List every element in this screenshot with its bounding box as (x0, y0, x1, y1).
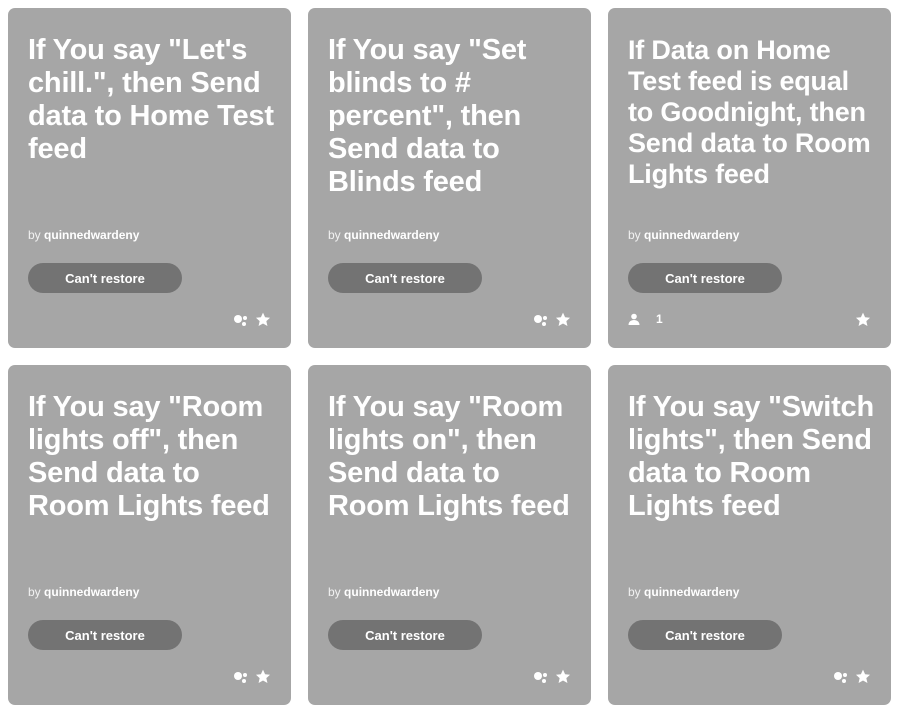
author-name[interactable]: quinnedwardeny (344, 228, 439, 242)
applet-card[interactable]: If You say "Set blinds to # percent", th… (308, 8, 591, 348)
author-name[interactable]: quinnedwardeny (344, 585, 439, 599)
cant-restore-button[interactable]: Can't restore (328, 263, 482, 293)
works-with-icon (533, 670, 549, 684)
card-footer (28, 312, 271, 330)
card-actions (527, 669, 571, 684)
users-count-value: 1 (656, 312, 663, 326)
byline-prefix: by (328, 585, 341, 599)
star-icon[interactable] (855, 669, 871, 684)
author-name[interactable]: quinnedwardeny (644, 585, 739, 599)
user-icon (628, 313, 648, 325)
card-actions (527, 312, 571, 327)
applet-card[interactable]: If You say "Switch lights", then Send da… (608, 365, 891, 705)
cant-restore-button[interactable]: Can't restore (628, 620, 782, 650)
works-with-icon (833, 670, 849, 684)
applet-byline: by quinnedwardeny (328, 228, 439, 242)
applet-title: If You say "Set blinds to # percent", th… (328, 34, 527, 198)
works-with-icon (233, 313, 249, 327)
author-name[interactable]: quinnedwardeny (44, 585, 139, 599)
applet-title: If You say "Let's chill.", then Send dat… (28, 34, 274, 165)
card-actions (827, 669, 871, 684)
applet-byline: by quinnedwardeny (28, 228, 139, 242)
applet-grid: If You say "Let's chill.", then Send dat… (0, 0, 903, 715)
star-icon[interactable] (855, 312, 871, 327)
card-footer: 1 (628, 312, 871, 330)
byline-prefix: by (28, 228, 41, 242)
card-actions (227, 669, 271, 684)
works-with-icon (533, 313, 549, 327)
applet-byline: by quinnedwardeny (628, 585, 739, 599)
applet-card[interactable]: If You say "Room lights off", then Send … (8, 365, 291, 705)
cant-restore-button[interactable]: Can't restore (328, 620, 482, 650)
applet-title: If Data on Home Test feed is equal to Go… (628, 35, 871, 189)
byline-prefix: by (628, 228, 641, 242)
applet-card[interactable]: If You say "Room lights on", then Send d… (308, 365, 591, 705)
applet-card[interactable]: If You say "Let's chill.", then Send dat… (8, 8, 291, 348)
card-actions (849, 312, 871, 327)
applet-title: If You say "Switch lights", then Send da… (628, 391, 874, 522)
applet-title: If You say "Room lights off", then Send … (28, 391, 270, 522)
cant-restore-button[interactable]: Can't restore (28, 620, 182, 650)
applet-byline: by quinnedwardeny (28, 585, 139, 599)
byline-prefix: by (28, 585, 41, 599)
author-name[interactable]: quinnedwardeny (44, 228, 139, 242)
byline-prefix: by (328, 228, 341, 242)
star-icon[interactable] (255, 669, 271, 684)
cant-restore-button[interactable]: Can't restore (28, 263, 182, 293)
card-footer (328, 312, 571, 330)
byline-prefix: by (628, 585, 641, 599)
users-count: 1 (628, 312, 663, 326)
applet-card[interactable]: If Data on Home Test feed is equal to Go… (608, 8, 891, 348)
card-footer (328, 669, 571, 687)
card-footer (28, 669, 271, 687)
author-name[interactable]: quinnedwardeny (644, 228, 739, 242)
card-footer (628, 669, 871, 687)
star-icon[interactable] (555, 669, 571, 684)
applet-byline: by quinnedwardeny (628, 228, 739, 242)
works-with-icon (233, 670, 249, 684)
star-icon[interactable] (255, 312, 271, 327)
card-actions (227, 312, 271, 327)
cant-restore-button[interactable]: Can't restore (628, 263, 782, 293)
star-icon[interactable] (555, 312, 571, 327)
applet-title: If You say "Room lights on", then Send d… (328, 391, 570, 522)
applet-byline: by quinnedwardeny (328, 585, 439, 599)
